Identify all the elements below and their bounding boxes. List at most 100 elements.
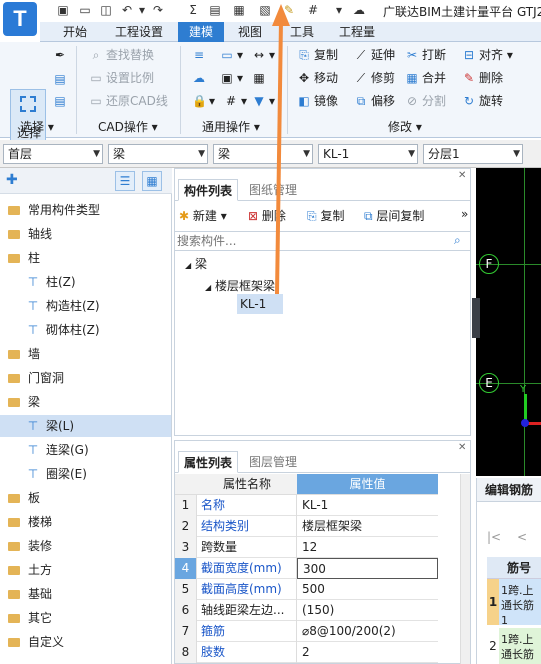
- tab-quantities[interactable]: 工程量: [332, 22, 382, 42]
- search-icon[interactable]: ⌕: [454, 233, 461, 248]
- tree-subitem[interactable]: ⊤ 梁(L): [0, 415, 171, 437]
- save-icon[interactable]: ▣: [56, 3, 70, 17]
- cloud-tool-icon[interactable]: ☁: [192, 69, 209, 87]
- set-scale-button[interactable]: ▭ 设置比例: [89, 69, 154, 87]
- list-icon[interactable]: ▤: [53, 70, 70, 88]
- tree-category[interactable]: 墙: [0, 343, 171, 365]
- property-row[interactable]: 6 轴线距梁左边... (150): [175, 600, 438, 621]
- display-icon[interactable]: ▣ ▾: [220, 69, 243, 87]
- tree-category[interactable]: 梁: [0, 391, 171, 413]
- redo-icon[interactable]: ↷: [151, 3, 165, 17]
- layer-icon[interactable]: ≡: [192, 46, 209, 64]
- rebar-row-2[interactable]: 1跨.上通长筋2: [499, 628, 541, 664]
- drawing-canvas[interactable]: F E Y: [472, 168, 541, 476]
- tree-subitem[interactable]: ⊤ 砌体柱(Z): [0, 319, 171, 341]
- tree-category[interactable]: 板: [0, 487, 171, 509]
- sublayer-select[interactable]: 分层1 ▼: [423, 144, 523, 164]
- trim-button[interactable]: ⟋ 修剪: [354, 69, 395, 87]
- property-row[interactable]: 1 名称 KL-1: [175, 495, 438, 516]
- undo-icon[interactable]: ↶: [120, 3, 134, 17]
- restore-cad-button[interactable]: ▭ 还原CAD线: [89, 92, 168, 110]
- copy-button[interactable]: ⎘ 复制: [297, 46, 338, 64]
- list-view-icon[interactable]: ☰: [115, 171, 135, 191]
- tree-category[interactable]: 自定义: [0, 631, 171, 653]
- find-replace-button[interactable]: ⌕ 查找替换: [89, 46, 154, 64]
- property-value[interactable]: KL-1: [297, 495, 438, 516]
- open-folder-icon[interactable]: ▭: [78, 3, 92, 17]
- tree-category[interactable]: 装修: [0, 535, 171, 557]
- property-value[interactable]: (150): [297, 600, 438, 621]
- extend-button[interactable]: ⟋ 延伸: [354, 46, 395, 64]
- tree-category[interactable]: 其它: [0, 607, 171, 629]
- tree-subitem[interactable]: ⊤ 构造柱(Z): [0, 295, 171, 317]
- merge-button[interactable]: ▦ 合并: [405, 69, 446, 87]
- delete-button[interactable]: ✎ 删除: [462, 69, 503, 87]
- pick-icon[interactable]: ✒: [53, 46, 70, 64]
- floor-select[interactable]: 首层 ▼: [3, 144, 103, 164]
- tree-subitem[interactable]: ⊤ 圈梁(E): [0, 463, 171, 485]
- prev-page-icon[interactable]: <: [517, 530, 527, 544]
- break-button[interactable]: ✂ 打断: [405, 46, 446, 64]
- property-value[interactable]: ⌀8@100/200(2): [297, 621, 438, 642]
- report-icon[interactable]: ▤: [208, 3, 222, 17]
- new-button[interactable]: ✱ 新建 ▾: [179, 207, 227, 224]
- property-row[interactable]: 8 肢数 2: [175, 642, 438, 663]
- group-common[interactable]: 通用操作 ▾: [202, 118, 260, 135]
- property-scrollbar[interactable]: [460, 474, 470, 664]
- property-row[interactable]: 4 截面宽度(mm) 300: [175, 558, 438, 579]
- tab-property-list[interactable]: 属性列表: [178, 451, 239, 473]
- more-icon[interactable]: »: [461, 207, 468, 221]
- grid-icon[interactable]: #: [306, 3, 320, 17]
- tab-layer-management[interactable]: 图层管理: [244, 451, 302, 473]
- open-icon[interactable]: ◫: [99, 3, 113, 17]
- rebar-row-1[interactable]: 1跨.上通长筋1: [499, 579, 541, 625]
- tree-category[interactable]: 基础: [0, 583, 171, 605]
- offset-button[interactable]: ⧉ 偏移: [354, 92, 395, 110]
- property-value[interactable]: 楼层框架梁: [297, 516, 438, 537]
- undo-dropdown-icon[interactable]: ▾: [135, 3, 149, 17]
- lock-icon[interactable]: 🔒 ▾: [192, 92, 215, 110]
- copy-component-button[interactable]: ⎘ 复制: [307, 207, 344, 224]
- move-button[interactable]: ✥ 移动: [297, 69, 338, 87]
- group-modify[interactable]: 修改 ▾: [388, 118, 422, 135]
- first-page-icon[interactable]: |<: [487, 530, 501, 544]
- property-row[interactable]: 5 截面高度(mm) 500: [175, 579, 438, 600]
- property-value[interactable]: 12: [297, 537, 438, 558]
- tab-project-settings[interactable]: 工程设置: [110, 22, 168, 42]
- tree-category[interactable]: 楼梯: [0, 511, 171, 533]
- tree-subitem[interactable]: ⊤ 柱(Z): [0, 271, 171, 293]
- axis-icon[interactable]: # ▾: [224, 92, 247, 110]
- search-input[interactable]: [177, 233, 447, 249]
- copy-between-floors-button[interactable]: ⧉ 层间复制: [364, 207, 424, 224]
- property-row[interactable]: 3 跨数量 12: [175, 537, 438, 558]
- tab-start[interactable]: 开始: [58, 22, 92, 42]
- tab-modeling[interactable]: 建模: [178, 22, 224, 42]
- tree-category[interactable]: 常用构件类型: [0, 199, 171, 221]
- group-cad[interactable]: CAD操作 ▾: [98, 118, 158, 135]
- mirror-button[interactable]: ◧ 镜像: [297, 92, 338, 110]
- property-value[interactable]: 2: [297, 642, 438, 663]
- tree-node-beam[interactable]: ◢ 梁: [185, 255, 207, 272]
- tree-subitem[interactable]: ⊤ 连梁(G): [0, 439, 171, 461]
- property-row[interactable]: 2 结构类别 楼层框架梁: [175, 516, 438, 537]
- pin-icon[interactable]: ✚: [6, 172, 18, 188]
- tree-category[interactable]: 柱: [0, 247, 171, 269]
- tree-category[interactable]: 轴线: [0, 223, 171, 245]
- property-row[interactable]: 7 箍筋 ⌀8@100/200(2): [175, 621, 438, 642]
- box-icon[interactable]: ▭ ▾: [220, 46, 243, 64]
- group-select[interactable]: 选择 ▾: [20, 118, 54, 135]
- tree-category[interactable]: 土方: [0, 559, 171, 581]
- property-value[interactable]: 500: [297, 579, 438, 600]
- category-select[interactable]: 梁 ▼: [108, 144, 208, 164]
- property-value[interactable]: 300: [297, 558, 438, 579]
- filter-icon[interactable]: ▤: [53, 92, 70, 110]
- sum-icon[interactable]: Σ: [186, 3, 200, 17]
- view-report-icon[interactable]: ▦: [232, 3, 246, 17]
- dropdown-icon[interactable]: ▾: [332, 3, 346, 17]
- splitter-handle[interactable]: [472, 298, 480, 338]
- split-button[interactable]: ⊘ 分割: [405, 92, 446, 110]
- tab-component-list[interactable]: 构件列表: [178, 179, 239, 201]
- align-button[interactable]: ⊟ 对齐 ▾: [462, 46, 513, 64]
- component-select[interactable]: KL-1 ▼: [318, 144, 418, 164]
- card-view-icon[interactable]: ▦: [142, 171, 162, 191]
